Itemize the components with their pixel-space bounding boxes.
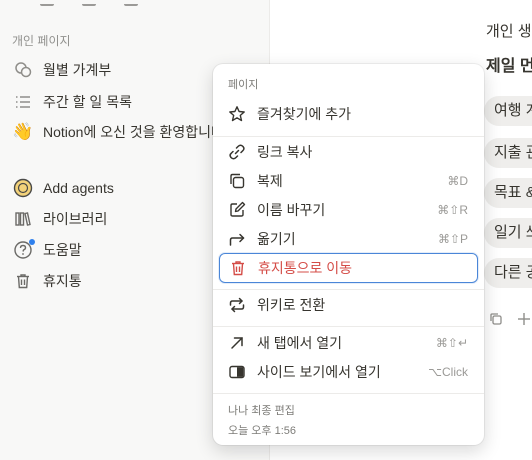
menu-item-add-favorite[interactable]: 즐겨찾기에 추가 [219,99,478,129]
menu-item-label: 새 탭에서 열기 [257,335,343,351]
sidebar-tool-label: Add agents [43,180,114,196]
coins-icon [12,59,34,81]
menu-item-shortcut: ⌘⇧↵ [435,336,468,350]
menu-item-label: 사이드 보기에서 열기 [257,364,381,380]
menu-item-rename[interactable]: 이름 바꾸기 ⌘⇧R [219,195,478,225]
menu-item-label: 휴지통으로 이동 [258,260,353,276]
agent-face-icon [12,177,34,199]
menu-item-shortcut: ⌘⇧P [437,232,468,246]
menu-item-label: 옮기기 [257,231,296,247]
menu-divider [213,326,484,327]
menu-header: 페이지 [228,79,259,91]
content-pill[interactable]: 여행 계 [484,96,532,126]
copy-icon[interactable] [489,312,503,326]
menu-item-open-side-peek[interactable]: 사이드 보기에서 열기 ⌥Click [219,357,478,387]
new-page-icon[interactable] [124,0,138,6]
inbox-icon[interactable] [40,0,54,6]
link-icon [227,142,247,162]
menu-item-turn-into-wiki[interactable]: 위키로 전환 [219,290,478,320]
side-peek-icon [227,362,247,382]
menu-item-move[interactable]: 옮기기 ⌘⇧P [219,224,478,254]
menu-item-label: 복제 [257,173,283,189]
help-icon [12,239,35,261]
last-edited-by: 나나 최종 편집 [228,405,295,417]
content-pill[interactable]: 지출 관 [484,138,532,168]
content-pill[interactable]: 다른 공 [484,258,532,288]
content-heading: 제일 먼 [486,58,532,75]
menu-item-label: 즐겨찾기에 추가 [257,106,352,122]
convert-icon [227,295,247,315]
content-toolbar [489,312,531,326]
menu-item-shortcut: ⌥Click [428,365,468,379]
trash-icon [12,270,34,292]
trash-icon [228,258,248,278]
menu-item-copy-link[interactable]: 링크 복사 [219,137,478,167]
sidebar-tool-label: 라이브러리 [43,211,108,227]
list-icon [12,91,34,113]
content-line: 개인 생 [486,23,532,40]
notification-dot [29,239,35,245]
private-section-label: 개인 페이지 [12,34,71,48]
content-pill[interactable]: 일기 쓰 [484,218,532,248]
settings-icon[interactable] [82,0,96,6]
menu-item-open-new-tab[interactable]: 새 탭에서 열기 ⌘⇧↵ [219,328,478,358]
menu-item-label: 링크 복사 [257,144,313,160]
page-context-menu: 페이지 즐겨찾기에 추가 링크 복사 복제 ⌘D 이름 바꾸기 ⌘⇧R 옮기기 [213,64,484,445]
move-arrow-icon [227,229,247,249]
menu-item-label: 이름 바꾸기 [257,202,326,218]
star-icon [227,104,247,124]
menu-item-label: 위키로 전환 [257,297,326,313]
sidebar-top-controls [40,0,138,6]
library-icon [12,208,34,230]
arrow-up-right-icon [227,333,247,353]
menu-divider [213,393,484,394]
edit-icon [227,200,247,220]
sidebar-tool-label: 휴지통 [43,273,82,289]
menu-item-shortcut: ⌘⇧R [437,203,468,217]
menu-item-move-to-trash[interactable]: 휴지통으로 이동 [219,253,478,283]
menu-item-shortcut: ⌘D [447,174,468,188]
sidebar-page-label: 주간 할 일 목록 [43,94,132,110]
menu-item-duplicate[interactable]: 복제 ⌘D [219,166,478,196]
sidebar-page-label: 월별 가계부 [43,62,112,78]
last-edited-time: 오늘 오후 1:56 [228,425,297,437]
content-pill[interactable]: 목표 & [484,178,532,208]
plus-icon[interactable] [517,312,531,326]
sidebar-tool-label: 도움말 [43,242,82,258]
wave-hand-icon: 👋 [12,122,34,141]
duplicate-icon [227,171,247,191]
sidebar-page-label: Notion에 오신 것을 환영합니다 [43,124,224,140]
